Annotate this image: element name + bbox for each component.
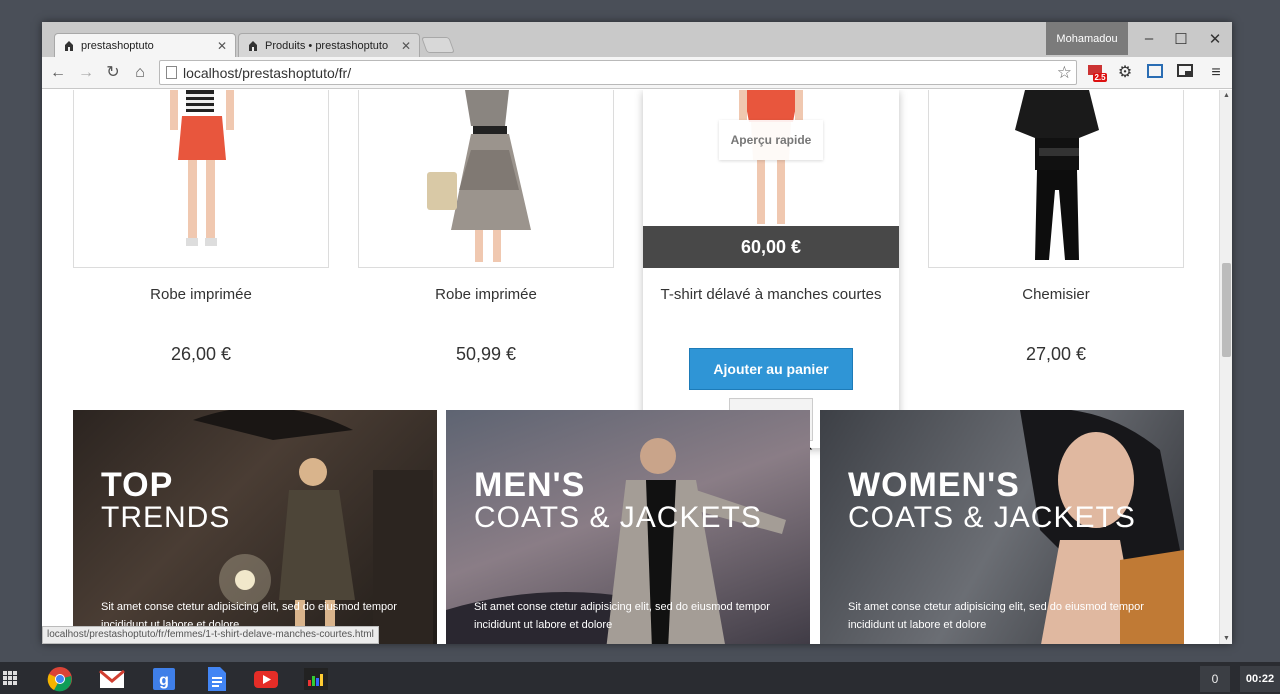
banner-title: TOP [101, 466, 174, 504]
extension-badge-count: 2.5 [1094, 73, 1106, 82]
close-icon[interactable]: ✕ [217, 39, 227, 53]
banner-title: WOMEN'S [848, 466, 1020, 504]
product-card[interactable]: Robe imprimée 26,00 € [73, 90, 329, 365]
prestashop-favicon-icon [247, 40, 259, 52]
user-profile-badge[interactable]: Mohamadou [1046, 22, 1128, 55]
banner-title: MEN'S [474, 466, 586, 504]
bookmark-star-icon[interactable]: ☆ [1057, 63, 1072, 83]
browser-toolbar: ← → ↻ ⌂ localhost/prestashoptuto/fr/ ☆ 2… [42, 57, 1232, 89]
settings-gear-icon[interactable]: ⚙ [1114, 62, 1136, 84]
close-icon[interactable]: ✕ [401, 39, 411, 53]
product-image[interactable] [928, 90, 1184, 268]
banner-subtitle: TRENDS [101, 501, 231, 534]
fullscreen-icon[interactable] [1144, 62, 1166, 84]
svg-text:g: g [159, 672, 169, 689]
quick-view-button[interactable]: Aperçu rapide [719, 120, 823, 160]
reload-icon[interactable]: ↻ [103, 63, 123, 83]
banner-subtitle: COATS & JACKETS [848, 501, 1136, 534]
url-text: localhost/prestashoptuto/fr/ [183, 64, 352, 81]
scrollbar-thumb[interactable] [1222, 263, 1231, 357]
product-name[interactable]: Robe imprimée [358, 284, 614, 328]
banner-subtitle: COATS & JACKETS [474, 501, 762, 534]
notification-count[interactable]: 0 [1200, 666, 1230, 692]
product-card[interactable]: Robe imprimée 50,99 € [358, 90, 614, 365]
product-price: 50,99 € [455, 344, 517, 364]
maximize-icon[interactable]: ☐ [1170, 30, 1192, 48]
page-icon [166, 66, 177, 79]
close-window-icon[interactable]: ✕ [1204, 30, 1226, 48]
tab-strip: prestashoptuto ✕ Produits • prestashoptu… [42, 22, 1232, 57]
page-viewport: Robe imprimée 26,00 € Robe imprimée 50,9… [42, 90, 1219, 644]
google-search-icon[interactable]: g [150, 666, 178, 692]
chrome-icon[interactable] [46, 666, 74, 692]
banner-top-trends[interactable]: TOP TRENDS Sit amet conse ctetur adipisi… [73, 410, 437, 644]
tab-title: Produits • prestashoptuto [265, 39, 389, 52]
status-bar-url: localhost/prestashoptuto/fr/femmes/1-t-s… [42, 626, 379, 644]
product-image[interactable] [358, 90, 614, 268]
prestashop-favicon-icon [63, 40, 75, 52]
product-price-bar: 60,00 € [643, 226, 899, 268]
address-bar[interactable]: localhost/prestashoptuto/fr/ ☆ [159, 60, 1077, 85]
youtube-icon[interactable] [252, 666, 280, 692]
extension-badge-icon[interactable]: 2.5 [1086, 62, 1108, 84]
minimize-icon[interactable]: – [1138, 30, 1160, 47]
product-card-hovered[interactable]: Aperçu rapide 60,00 € T-shirt délavé à m… [643, 90, 899, 458]
add-to-cart-button[interactable]: Ajouter au panier [689, 348, 853, 390]
browser-window: prestashoptuto ✕ Produits • prestashoptu… [42, 22, 1232, 644]
banner-description: Sit amet conse ctetur adipisicing elit, … [474, 601, 770, 631]
tab-title: prestashoptuto [81, 39, 154, 52]
tab-produits[interactable]: Produits • prestashoptuto ✕ [238, 33, 420, 57]
product-name[interactable]: Robe imprimée [73, 284, 329, 328]
page-scrollbar[interactable]: ▲ ▼ [1219, 90, 1232, 644]
docs-icon[interactable] [202, 666, 230, 692]
scroll-down-icon[interactable]: ▼ [1220, 635, 1232, 642]
product-image[interactable]: Aperçu rapide [643, 90, 899, 226]
new-tab-button[interactable] [421, 37, 455, 53]
back-icon[interactable]: ← [48, 63, 68, 83]
product-price: 27,00 € [1025, 344, 1087, 364]
tab-prestashoptuto[interactable]: prestashoptuto ✕ [54, 33, 236, 57]
product-card[interactable]: Chemisier 27,00 € [928, 90, 1184, 365]
banner-mens-coats[interactable]: MEN'S COATS & JACKETS Sit amet conse cte… [446, 410, 810, 644]
product-name[interactable]: T-shirt délavé à manches courtes [643, 284, 899, 328]
home-icon[interactable]: ⌂ [130, 63, 150, 83]
forward-icon[interactable]: → [76, 63, 96, 83]
product-image[interactable] [73, 90, 329, 268]
banner-womens-coats[interactable]: WOMEN'S COATS & JACKETS Sit amet conse c… [820, 410, 1184, 644]
banner-description: Sit amet conse ctetur adipisicing elit, … [848, 601, 1144, 631]
music-icon[interactable] [302, 666, 330, 692]
taskbar: g 0 00:22 [0, 662, 1280, 694]
gmail-icon[interactable] [98, 666, 126, 692]
clock[interactable]: 00:22 [1240, 666, 1280, 692]
product-price: 26,00 € [170, 344, 232, 364]
cast-icon[interactable] [1174, 62, 1196, 84]
menu-icon[interactable]: ≡ [1205, 62, 1227, 84]
scroll-up-icon[interactable]: ▲ [1220, 92, 1232, 99]
app-launcher-icon[interactable] [2, 670, 18, 686]
product-name[interactable]: Chemisier [928, 284, 1184, 328]
